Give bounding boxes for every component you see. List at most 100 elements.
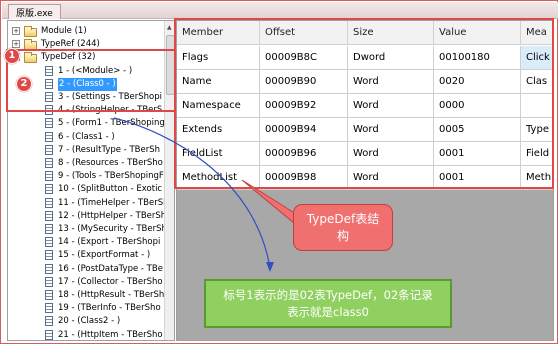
- table-cell[interactable]: 0001: [434, 142, 521, 166]
- table-row-icon: [45, 78, 53, 89]
- metadata-tree[interactable]: + Module (1) + TypeRef (244)-TypeDef (32)1 …: [7, 20, 175, 341]
- column-header[interactable]: Value: [434, 21, 521, 45]
- table-cell[interactable]: Clas: [521, 70, 553, 94]
- tree-vertical-scrollbar[interactable]: ▲: [164, 21, 174, 340]
- callout-line-2: 构: [336, 229, 349, 243]
- tree-node-label: TypeDef (32): [41, 52, 96, 63]
- table-cell[interactable]: 00009B94: [260, 118, 348, 142]
- tree-node-label: 16 - (PostDataType - TBe: [58, 263, 163, 274]
- tree-node-typedef-row[interactable]: 11 - (TimeHelper - TBerSh: [8, 197, 169, 210]
- table-cell[interactable]: Word: [348, 70, 434, 94]
- table-row-icon: [45, 329, 53, 340]
- table-cell[interactable]: Word: [348, 94, 434, 118]
- tree-node-typedef-row[interactable]: 20 - (Class2 - ): [8, 315, 163, 328]
- table-cell[interactable]: 00009B98: [260, 166, 348, 190]
- table-cell[interactable]: Namespace: [177, 94, 260, 118]
- tree-node-label: Module (1): [41, 26, 87, 36]
- tree-node-typedef-row[interactable]: 1 - (<Module> - ): [8, 65, 163, 78]
- table-cell[interactable]: 00009B90: [260, 70, 348, 94]
- tree-node-typedef-row[interactable]: 14 - (Export - TBerShopi: [8, 236, 163, 249]
- table-cell[interactable]: Click: [521, 46, 553, 70]
- tree-node-typedef-row[interactable]: 19 - (TBerInfo - TBerSho: [8, 302, 163, 315]
- tree-node-typedef-row[interactable]: 6 - (Class1 - ): [8, 131, 163, 144]
- table-row-icon: [45, 118, 53, 129]
- scrollbar-thumb[interactable]: [166, 35, 174, 95]
- table-row-icon: [45, 316, 53, 327]
- table-cell[interactable]: 00009B92: [260, 94, 348, 118]
- tree-node-label: 1 - (<Module> - ): [58, 65, 133, 76]
- table-cell[interactable]: Name: [177, 70, 260, 94]
- table-row-icon: [45, 210, 53, 221]
- table-cell[interactable]: Meth: [521, 166, 553, 190]
- tree-node-typedef-row[interactable]: 3 - (Settings - TBerShopi: [8, 91, 163, 104]
- tree-node-label: 14 - (Export - TBerShopi: [58, 237, 161, 248]
- table-cell[interactable]: 0020: [434, 70, 521, 94]
- table-row-icon: [45, 276, 53, 287]
- table-cell[interactable]: 00009B8C: [260, 46, 348, 70]
- table-cell[interactable]: FieldList: [177, 142, 260, 166]
- table-cell[interactable]: 00100180: [434, 46, 521, 70]
- tree-node-label: 6 - (Class1 - ): [58, 131, 115, 142]
- column-header[interactable]: Member: [177, 21, 260, 45]
- table-cell[interactable]: Word: [348, 142, 434, 166]
- tree-node-label: 9 - (Tools - TBerShopingF: [58, 171, 164, 182]
- expand-plus-icon[interactable]: +: [12, 40, 20, 49]
- table-cell[interactable]: 00009B96: [260, 142, 348, 166]
- tree-node-typedef-row[interactable]: 4 - (StringHelper - TBerS: [8, 104, 163, 117]
- tree-node-typedef-row[interactable]: 17 - (Collector - TBerSho: [8, 276, 163, 289]
- table-row-icon: [45, 92, 53, 102]
- tree-node-label: 21 - (HttpItem - TBerSho: [58, 329, 163, 340]
- callout-line-1: TypeDef表结: [306, 212, 380, 226]
- table-row-icon: [45, 131, 53, 142]
- table-cell[interactable]: 0000: [434, 94, 521, 118]
- tree-node-typedef-row[interactable]: 21 - (HttpItem - TBerSho: [8, 329, 163, 340]
- tree-node-typedef-row[interactable]: 15 - (ExportFormat - ): [8, 249, 163, 262]
- table-cell[interactable]: Dword: [348, 46, 434, 70]
- table-row-icon: [45, 250, 53, 261]
- table-cell[interactable]: Extends: [177, 118, 260, 142]
- scroll-up-arrow-icon[interactable]: ▲: [167, 24, 172, 31]
- tree-node-typedef-row[interactable]: 13 - (MySecurity - TBerSh: [8, 223, 167, 236]
- tree-node-label: 8 - (Resources - TBerSho: [58, 158, 163, 168]
- tree-node-typedef-row[interactable]: 5 - (Form1 - TBerShoping: [8, 117, 165, 130]
- typedef-structure-callout: TypeDef表结 构: [293, 204, 393, 251]
- tree-node-typedef-row[interactable]: 8 - (Resources - TBerSho: [8, 157, 163, 170]
- tree-node-label: 15 - (ExportFormat - ): [58, 250, 151, 261]
- table-cell[interactable]: Type: [521, 118, 553, 142]
- column-header[interactable]: Offset: [260, 21, 348, 45]
- table-cell[interactable]: Word: [348, 118, 434, 142]
- tree-node-top[interactable]: + TypeRef (244): [8, 38, 158, 51]
- tree-node-typedef-row[interactable]: 12 - (HttpHelper - TBerSh: [8, 210, 167, 223]
- table-cell[interactable]: 0001: [434, 166, 521, 190]
- table-row-icon: [45, 290, 53, 300]
- tree-node-typedef-row[interactable]: 7 - (ResultType - TBerSh: [8, 144, 163, 157]
- tree-node-label: 13 - (MySecurity - TBerSh: [58, 224, 167, 234]
- expand-plus-icon[interactable]: +: [12, 27, 20, 35]
- tree-node-label: 5 - (Form1 - TBerShoping: [58, 118, 165, 129]
- tree-node-top[interactable]: + Module (1): [8, 25, 158, 38]
- folder-icon: [24, 39, 37, 51]
- tree-node-label: 10 - (SplitButton - Exotic: [58, 184, 163, 195]
- table-cell[interactable]: [521, 94, 553, 118]
- file-tab[interactable]: 原版.exe: [8, 4, 61, 19]
- tree-node-label: 19 - (TBerInfo - TBerSho: [58, 303, 161, 314]
- table-cell[interactable]: Flags: [177, 46, 260, 70]
- tree-node-typedef-row[interactable]: 18 - (HttpResult - TBerSh: [8, 289, 164, 302]
- explanation-note: 标号1表示的是02表TypeDef，02条记录 表示就是class0: [204, 279, 452, 328]
- tree-node-label: 12 - (HttpHelper - TBerSh: [58, 210, 167, 221]
- tree-node-typedef-row[interactable]: 10 - (SplitButton - Exotic: [8, 183, 163, 196]
- tree-node-typedef-row[interactable]: 16 - (PostDataType - TBe: [8, 263, 163, 276]
- tree-node-label: 20 - (Class2 - ): [58, 316, 121, 327]
- note-line-2: 表示就是class0: [287, 305, 369, 319]
- tree-node-top[interactable]: -TypeDef (32): [8, 51, 158, 64]
- table-cell[interactable]: Word: [348, 166, 434, 190]
- table-cell[interactable]: Field: [521, 142, 553, 166]
- tree-node-typedef-row[interactable]: 9 - (Tools - TBerShopingF: [8, 170, 164, 183]
- table-row-icon: [45, 237, 53, 248]
- column-header[interactable]: Size: [348, 21, 434, 45]
- table-cell[interactable]: MethodList: [177, 166, 260, 190]
- table-row-icon: [45, 171, 53, 182]
- table-row-icon: [45, 65, 53, 76]
- table-cell[interactable]: 0005: [434, 118, 521, 142]
- column-header[interactable]: Mea: [521, 21, 553, 45]
